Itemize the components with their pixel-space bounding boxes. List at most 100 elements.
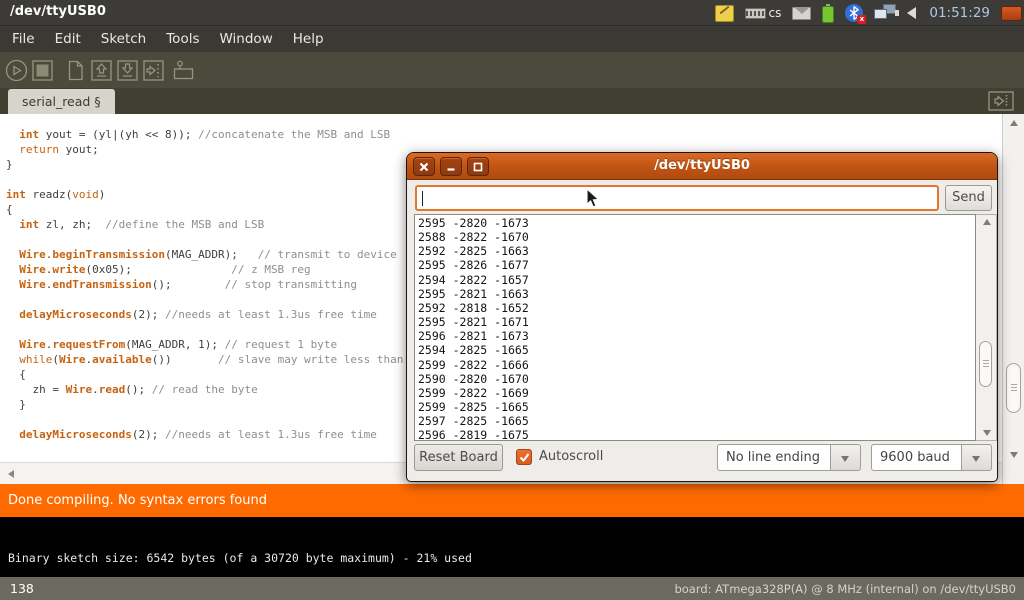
- code-line: Wire.beginTransmission(MAG_ADDR); // tra…: [6, 247, 403, 262]
- code-line: return yout;: [6, 142, 403, 157]
- serial-line: 2592 -2818 -1652: [418, 301, 529, 315]
- autoscroll-checkbox[interactable]: [516, 449, 532, 465]
- serial-monitor-window: /dev/ttyUSB0 Send 2595 -2820 -16732588 -…: [406, 152, 998, 482]
- scroll-down-arrow-icon[interactable]: [983, 430, 991, 436]
- desktop-panel: /dev/ttyUSB0 cs x 01:51:29: [0, 0, 1024, 26]
- menu-help[interactable]: Help: [283, 27, 334, 52]
- menu-window[interactable]: Window: [210, 27, 283, 52]
- menu-bar: FileEditSketchToolsWindowHelp: [0, 27, 1024, 52]
- ide-status-bar: 138 board: ATmega328P(A) @ 8 MHz (intern…: [0, 577, 1024, 600]
- serial-line: 2590 -2820 -1670: [418, 372, 529, 386]
- menu-sketch[interactable]: Sketch: [91, 27, 156, 52]
- code-line: delayMicroseconds(2); //needs at least 1…: [6, 427, 403, 442]
- serial-line: 2588 -2822 -1670: [418, 230, 529, 244]
- upload-button[interactable]: [142, 59, 165, 82]
- session-icon: [1001, 6, 1022, 21]
- scroll-left-arrow-icon[interactable]: [8, 470, 14, 478]
- battery-icon: [822, 6, 834, 23]
- serial-monitor-icon: [172, 59, 195, 82]
- code-line: {: [6, 367, 403, 382]
- minimize-button[interactable]: [440, 157, 462, 176]
- tab-serial-read[interactable]: serial_read §: [8, 89, 115, 114]
- text-caret: [422, 191, 423, 206]
- serial-window-title: /dev/ttyUSB0: [407, 158, 997, 173]
- autoscroll-label[interactable]: Autoscroll: [539, 449, 603, 464]
- bluetooth-indicator[interactable]: x: [845, 4, 863, 22]
- menu-file[interactable]: File: [2, 27, 45, 52]
- code-line: int readz(void): [6, 187, 403, 202]
- scroll-down-arrow-icon[interactable]: [1010, 452, 1018, 458]
- editor-vertical-scrollbar[interactable]: [1002, 114, 1024, 484]
- menu-tools[interactable]: Tools: [156, 27, 209, 52]
- active-window-title: /dev/ttyUSB0: [10, 4, 106, 19]
- code-line: [6, 322, 403, 337]
- serial-output-area[interactable]: 2595 -2820 -16732588 -2822 -1670 2592 -28…: [414, 214, 976, 441]
- mouse-cursor: [586, 188, 600, 213]
- battery-indicator[interactable]: [822, 4, 834, 23]
- serial-window-titlebar[interactable]: /dev/ttyUSB0: [407, 153, 997, 180]
- menu-edit[interactable]: Edit: [45, 27, 91, 52]
- code-line: Wire.endTransmission(); // stop transmit…: [6, 277, 403, 292]
- serial-line: 2595 -2820 -1673: [418, 216, 529, 230]
- serial-line: 2596 -2819 -1675: [418, 428, 529, 441]
- keyboard-layout-label: cs: [769, 6, 782, 20]
- baud-rate-value: 9600 baud: [871, 444, 962, 471]
- scroll-up-arrow-icon[interactable]: [1010, 120, 1018, 126]
- new-tab-arrow-icon: [988, 91, 1014, 111]
- code-line: while(Wire.available()) // slave may wri…: [6, 352, 403, 367]
- mail-indicator[interactable]: [792, 7, 811, 20]
- chevron-down-icon: [972, 456, 980, 462]
- keyboard-layout-indicator[interactable]: cs: [745, 6, 782, 20]
- serial-line: 2597 -2825 -1665: [418, 414, 529, 428]
- serial-send-input[interactable]: [415, 185, 939, 211]
- serial-monitor-button[interactable]: [172, 59, 195, 82]
- system-tray: cs x 01:51:29: [715, 0, 1023, 26]
- open-sketch-button[interactable]: [90, 59, 113, 82]
- serial-scrollbar-thumb[interactable]: [979, 341, 992, 387]
- code-line: Wire.write(0x05); // z MSB reg: [6, 262, 403, 277]
- serial-line: 2596 -2821 -1673: [418, 329, 529, 343]
- right-arrow-icon: [142, 59, 165, 82]
- console-message: Binary sketch size: 6542 bytes (of a 307…: [8, 551, 472, 565]
- note-icon: [715, 5, 734, 22]
- serial-output-scrollbar[interactable]: [976, 214, 997, 441]
- code-line: {: [6, 202, 403, 217]
- scroll-up-arrow-icon[interactable]: [983, 219, 991, 225]
- serial-line: 2595 -2821 -1663: [418, 287, 529, 301]
- send-button[interactable]: Send: [945, 185, 992, 211]
- network-indicator[interactable]: [874, 4, 896, 22]
- network-icon: [874, 4, 896, 22]
- stop-button[interactable]: [31, 59, 54, 82]
- tab-bar: serial_read §: [0, 88, 1024, 114]
- serial-line: 2594 -2822 -1657: [418, 273, 529, 287]
- tab-menu-button[interactable]: [988, 91, 1014, 111]
- close-button[interactable]: [413, 157, 435, 176]
- volume-indicator[interactable]: [907, 7, 918, 19]
- bluetooth-off-badge: x: [857, 15, 866, 24]
- code-line: int yout = (yl|(yh << 8)); //concatenate…: [6, 127, 403, 142]
- dropdown-button[interactable]: [962, 444, 992, 471]
- play-circle-icon: [5, 59, 28, 82]
- serial-line: 2594 -2825 -1665: [418, 343, 529, 357]
- save-sketch-button[interactable]: [116, 59, 139, 82]
- maximize-button[interactable]: [467, 157, 489, 176]
- line-ending-dropdown[interactable]: No line ending: [717, 444, 861, 471]
- baud-rate-dropdown[interactable]: 9600 baud: [871, 444, 992, 471]
- clock[interactable]: 01:51:29: [929, 5, 990, 21]
- reset-board-button[interactable]: Reset Board: [414, 444, 503, 471]
- editor-scrollbar-thumb[interactable]: [1006, 363, 1021, 413]
- session-indicator[interactable]: [1001, 6, 1022, 21]
- verify-button[interactable]: [5, 59, 28, 82]
- stop-square-icon: [31, 59, 54, 82]
- serial-line: 2599 -2822 -1669: [418, 386, 529, 400]
- notes-indicator[interactable]: [715, 5, 734, 22]
- new-sketch-button[interactable]: [64, 59, 87, 82]
- line-ending-value: No line ending: [717, 444, 831, 471]
- code-line: [6, 412, 403, 427]
- chevron-down-icon: [841, 456, 849, 462]
- check-icon: [519, 452, 530, 463]
- dropdown-button[interactable]: [831, 444, 861, 471]
- cursor-line-number: 138: [10, 581, 34, 596]
- board-info: board: ATmega328P(A) @ 8 MHz (internal) …: [674, 582, 1016, 596]
- serial-line: 2599 -2825 -1665: [418, 400, 529, 414]
